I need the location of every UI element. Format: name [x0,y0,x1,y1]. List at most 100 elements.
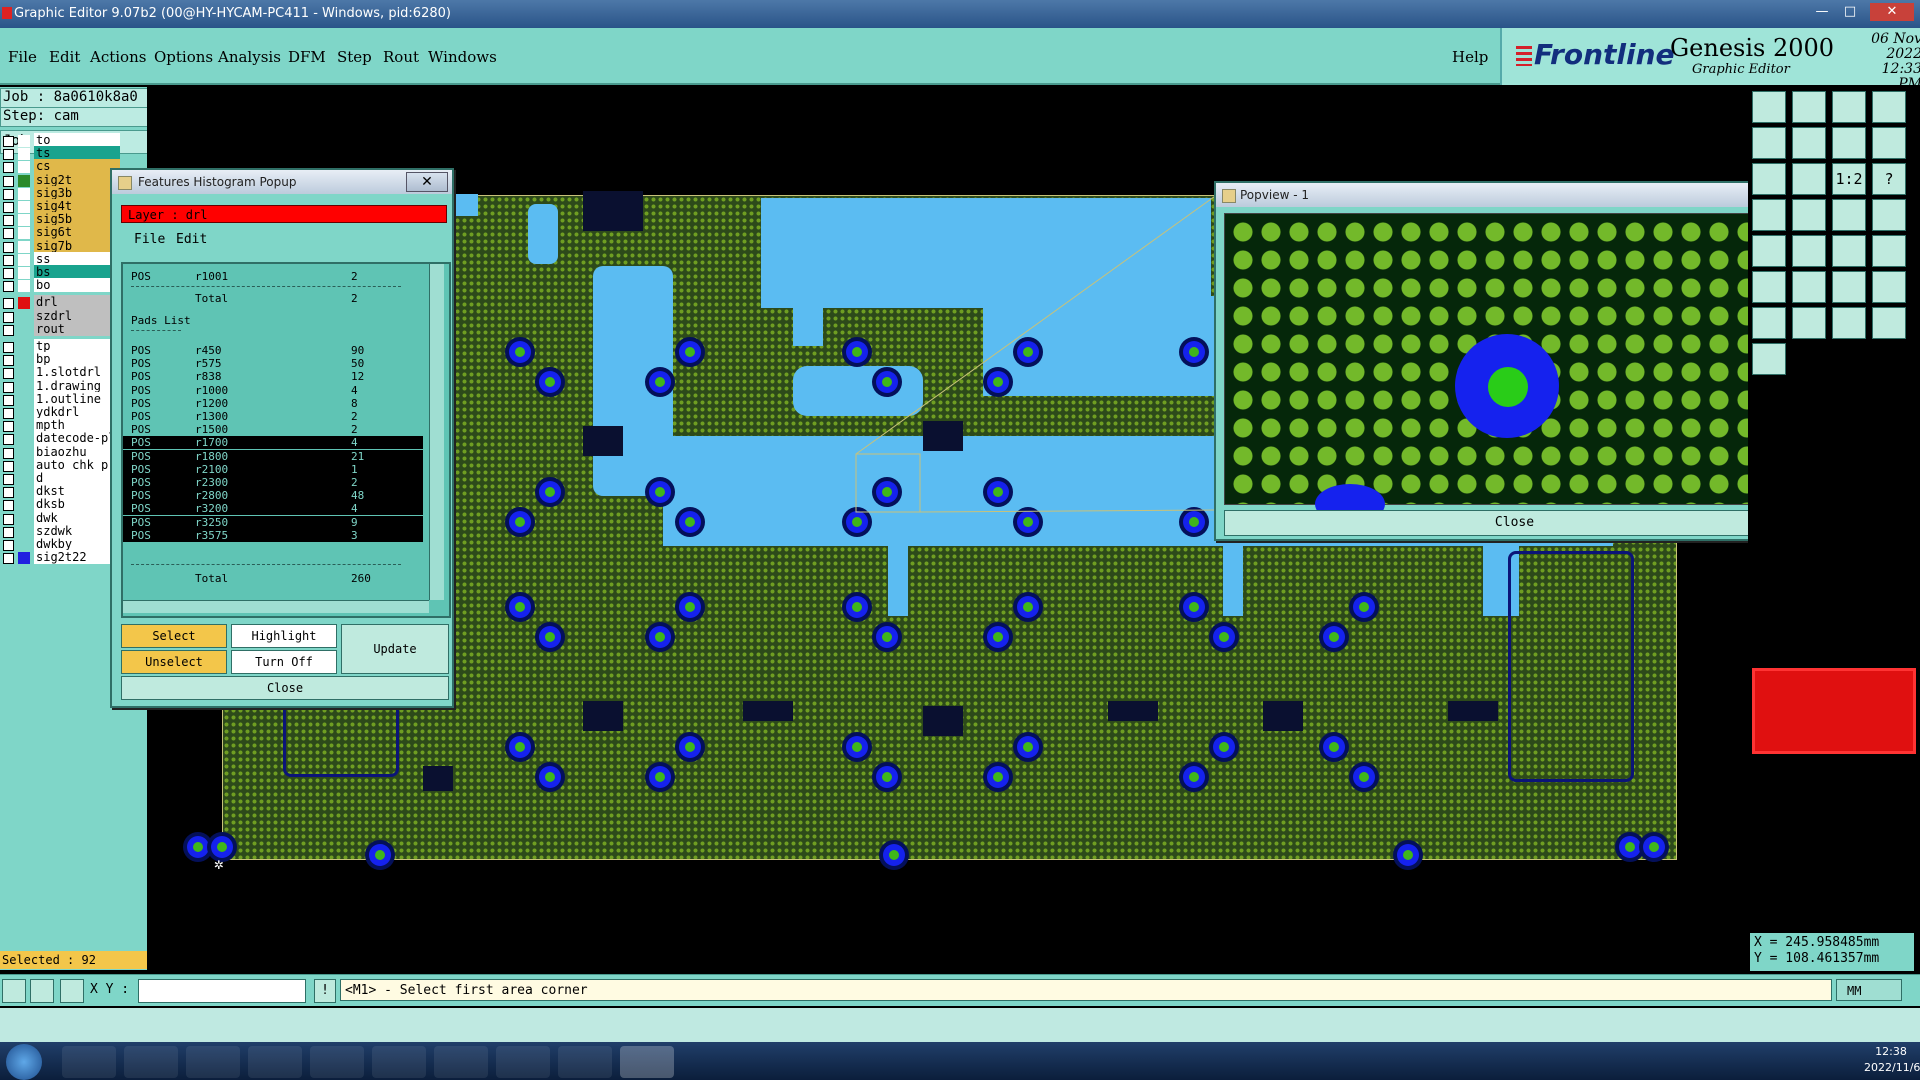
ratio-icon[interactable]: 1:2 [1832,163,1866,195]
layer-name[interactable]: ydkdrl [34,405,120,419]
close-window-button[interactable]: ✕ [1870,3,1914,21]
cursor-alt-icon[interactable] [1752,343,1786,375]
list-item[interactable]: POS r3250 9 [123,515,423,529]
layer-color-icon[interactable] [18,446,30,459]
taskbar-app-icon[interactable] [186,1046,240,1078]
layer-name[interactable]: dksb [34,497,120,512]
update-button[interactable]: Update [341,624,449,674]
layer-name[interactable]: datecode-pl [34,431,120,446]
measure-icon[interactable] [1792,199,1826,231]
list-item[interactable]: POS r838 12 [123,370,423,383]
list-item[interactable]: POS r2100 1 [123,462,423,476]
layer-color-icon[interactable] [18,420,30,433]
layer-name[interactable]: sig3b [34,185,120,200]
cursor-icon[interactable] [1872,307,1906,339]
layer-color-icon[interactable] [18,499,30,512]
list-item[interactable]: POS r1200 8 [123,397,423,410]
taskbar-app-icon[interactable] [124,1046,178,1078]
highlight-button[interactable]: Highlight [231,624,337,648]
layer-color-icon[interactable] [18,214,30,227]
menu-actions[interactable]: Actions [90,48,146,66]
menu-options[interactable]: Options [154,48,213,66]
list-item[interactable]: POS r575 50 [123,357,423,370]
layer-color-swatch[interactable] [1752,668,1916,754]
layer-color-icon[interactable] [18,354,30,367]
layer-color-icon[interactable] [18,539,30,551]
film-icon[interactable] [1832,199,1866,231]
layer-color-icon[interactable] [18,148,30,161]
taskbar-app-icon[interactable] [372,1046,426,1078]
list-item[interactable]: POS r1700 4 [123,436,423,450]
turn-off-button[interactable]: Turn Off [231,650,337,674]
zoom-box-icon[interactable] [1832,127,1866,159]
layer-name[interactable]: sig7b [34,238,120,253]
layer-checkbox[interactable] [3,553,14,565]
layer-color-icon[interactable] [18,267,30,279]
horizontal-scrollbar[interactable] [123,600,429,613]
menu-analysis[interactable]: Analysis [218,48,281,66]
triangle-alt-icon[interactable] [1792,307,1826,339]
layer-color-icon[interactable] [18,407,30,419]
layer-color-icon[interactable] [18,135,30,147]
menu-dfm[interactable]: DFM [288,48,326,66]
layer-color-icon[interactable] [18,323,30,336]
layer-name[interactable]: szdrl [34,308,120,323]
menu-rout[interactable]: Rout [383,48,419,66]
text-icon[interactable] [1872,271,1906,303]
unselect-button[interactable]: Unselect [121,650,227,674]
layer-name[interactable]: d [34,471,120,485]
layer-color-icon[interactable] [18,297,30,310]
menu-file[interactable]: File [8,48,37,66]
layer-name[interactable]: drl [34,295,120,310]
layer-name[interactable]: szdwk [34,523,120,538]
layer-name[interactable]: 1.slotdrl [34,365,120,380]
layer-name[interactable]: sig6t [34,225,120,240]
grid-icon[interactable] [1752,199,1786,231]
layer-name[interactable]: bp [34,352,120,367]
layer-color-icon[interactable] [18,473,30,485]
layer-color-icon[interactable] [18,552,30,565]
layer-name[interactable]: sig2t [34,172,120,187]
layer-checkbox[interactable] [3,281,14,293]
fit-icon[interactable] [1752,91,1786,123]
histo-menu-file[interactable]: File [134,232,165,247]
menu-step[interactable]: Step [337,48,372,66]
angle-tool-icon[interactable] [30,979,54,1003]
rect-icon[interactable] [1832,271,1866,303]
layer-name[interactable]: 1.drawing [34,378,120,393]
pan-left-icon[interactable] [1752,127,1786,159]
popview-close-button[interactable]: Close [1224,510,1805,536]
layer-name[interactable]: to [34,133,120,147]
layer-checkbox[interactable] [3,324,14,336]
taskbar-app-icon[interactable] [434,1046,488,1078]
layer-name[interactable]: ss [34,251,120,266]
layer-color-icon[interactable] [18,486,30,499]
histogram-close-button[interactable]: Close [121,676,449,700]
layer-color-icon[interactable] [18,525,30,538]
layer-color-icon[interactable] [18,253,30,266]
triangle-icon[interactable] [1752,307,1786,339]
snap-icon[interactable] [1792,163,1826,195]
histogram-list[interactable]: POS r1001 2 Total 2 Pads List POS r450 90 POS r… [121,262,451,618]
layer-color-icon[interactable] [18,367,30,380]
rule-icon[interactable] [1872,199,1906,231]
list-item[interactable]: POS r1500 2 [123,423,423,436]
layers-icon[interactable] [1752,163,1786,195]
layer-name[interactable]: bs [34,265,120,279]
menu-help[interactable]: Help [1452,48,1488,66]
layer-color-icon[interactable] [18,280,30,293]
list-item[interactable]: POS r1300 2 [123,410,423,423]
units-dropdown[interactable]: MM [1836,979,1902,1001]
layer-name[interactable]: bo [34,278,120,293]
list-item[interactable]: POS r3200 4 [123,502,423,516]
system-clock[interactable]: 12:38 2022/11/6 [1864,1044,1920,1080]
layer-name[interactable]: rout [34,321,120,336]
layer-name[interactable]: sig4t [34,199,120,213]
menu-windows[interactable]: Windows [428,48,497,66]
undo-icon[interactable] [1872,127,1906,159]
layer-name[interactable]: dkst [34,484,120,499]
arc-icon[interactable] [1872,235,1906,267]
layer-name[interactable]: dwk [34,510,120,525]
taskbar-app-icon[interactable] [62,1046,116,1078]
list-item[interactable]: POS r450 90 [123,344,423,357]
